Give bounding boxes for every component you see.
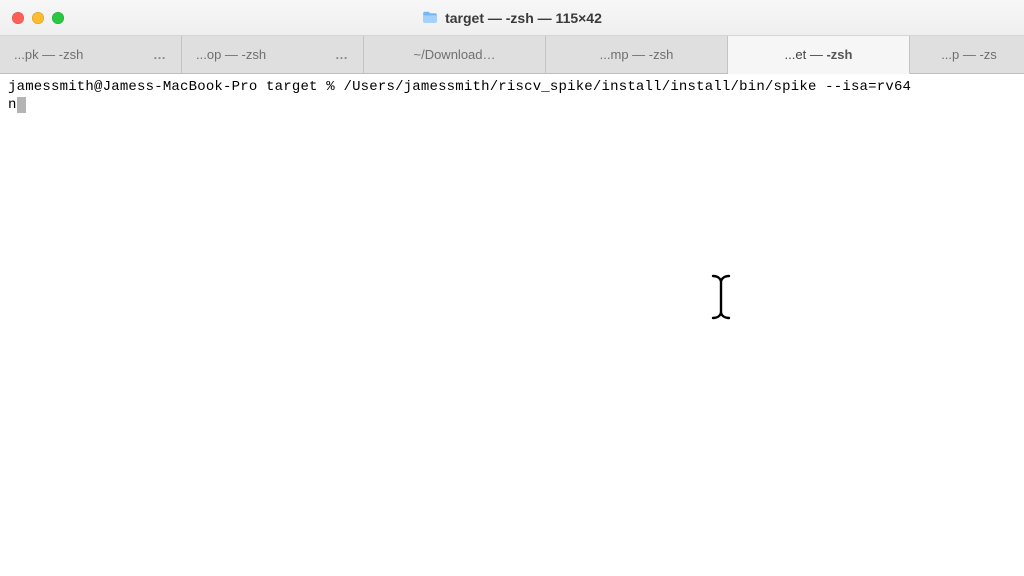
tab-label: ...op — -zsh: [196, 47, 266, 62]
terminal-viewport[interactable]: jamessmith@Jamess-MacBook-Pro target % /…: [0, 74, 1024, 118]
text-cursor-icon: [710, 273, 732, 321]
tab-bar: ...pk — -zsh … ...op — -zsh … ~/Download…: [0, 36, 1024, 74]
tab-overflow-icon[interactable]: …: [335, 47, 349, 62]
tab-op[interactable]: ...op — -zsh …: [182, 36, 364, 73]
window-titlebar: target — -zsh — 115×42: [0, 0, 1024, 36]
tab-label: ...pk — -zsh: [14, 47, 83, 62]
command-text: /Users/jamessmith/riscv_spike/install/in…: [343, 79, 911, 95]
prompt: jamessmith@Jamess-MacBook-Pro target %: [8, 79, 343, 95]
tab-pk[interactable]: ...pk — -zsh …: [0, 36, 182, 73]
tab-label: ~/Download…: [413, 47, 495, 62]
terminal-cursor: [17, 97, 26, 113]
tab-mp[interactable]: ...mp — -zsh: [546, 36, 728, 73]
command-text-line2: n: [8, 96, 17, 114]
folder-icon: [422, 11, 438, 24]
minimize-button[interactable]: [32, 12, 44, 24]
maximize-button[interactable]: [52, 12, 64, 24]
tab-label: ...p — -zs: [941, 47, 997, 62]
close-button[interactable]: [12, 12, 24, 24]
tab-overflow-icon[interactable]: …: [153, 47, 167, 62]
tab-et[interactable]: ...et — -zsh: [728, 36, 910, 74]
tab-label: ...et — -zsh: [785, 47, 853, 62]
window-title: target — -zsh — 115×42: [445, 10, 602, 26]
traffic-lights: [12, 12, 64, 24]
tab-label: ...mp — -zsh: [600, 47, 674, 62]
tab-downloads[interactable]: ~/Download…: [364, 36, 546, 73]
tab-p[interactable]: ...p — -zs: [910, 36, 1024, 73]
window-title-group: target — -zsh — 115×42: [0, 10, 1024, 26]
